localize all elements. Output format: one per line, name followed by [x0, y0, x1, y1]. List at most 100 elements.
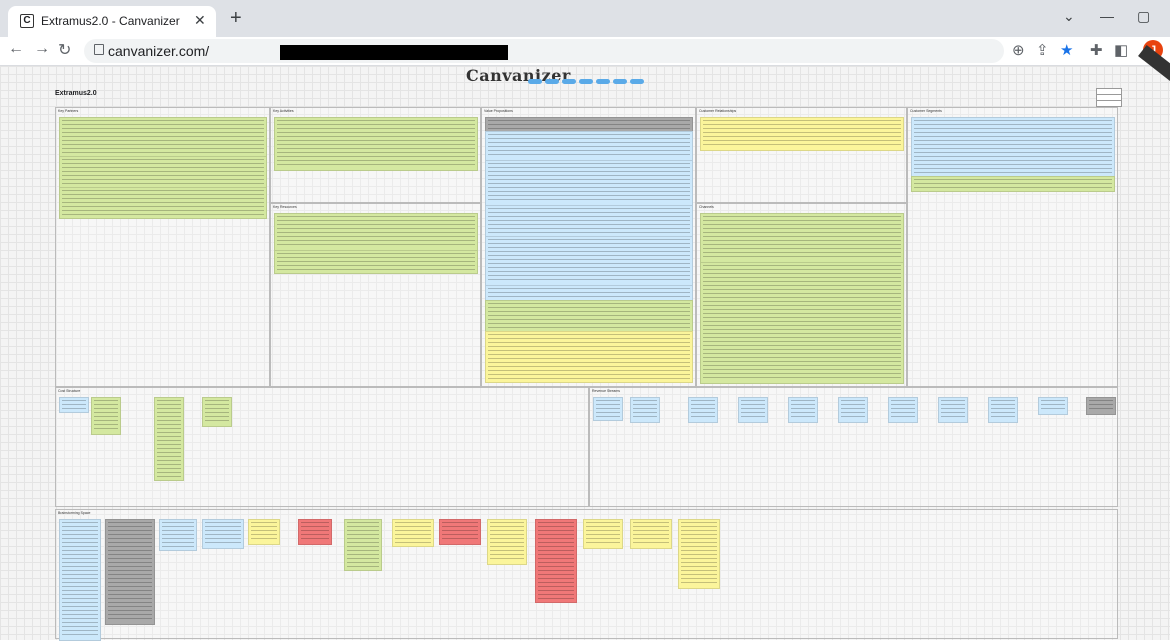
sticky-note[interactable] — [700, 262, 904, 384]
sticky-note[interactable] — [487, 519, 527, 565]
sticky-note[interactable] — [485, 331, 693, 383]
block-label: Key Partners — [58, 109, 79, 113]
sticky-note[interactable] — [298, 519, 332, 545]
project-title: Extramus2.0 — [55, 90, 97, 97]
sticky-note[interactable] — [274, 213, 478, 251]
sticky-note[interactable] — [630, 519, 672, 549]
sticky-note[interactable] — [583, 519, 623, 549]
block-key-partners: Key Partners — [55, 107, 270, 387]
sticky-note[interactable] — [202, 397, 232, 427]
sticky-note[interactable] — [159, 519, 197, 551]
block-label: Value Propositions — [484, 109, 513, 113]
new-tab-icon[interactable]: + — [230, 7, 242, 30]
browser-tab[interactable]: C Extramus2.0 - Canvanizer ✕ — [8, 6, 216, 37]
block-customer-segments: Customer Segments — [907, 107, 1118, 387]
sticky-note[interactable] — [1086, 397, 1116, 415]
browser-toolbar: ← → ↻ canvanizer.com/ ⊕ ⇪ ★ ✚ ◧ — [0, 37, 1170, 66]
menu-pill[interactable] — [596, 79, 610, 84]
block-key-activities: Key Activities — [270, 107, 481, 203]
lock-icon — [94, 44, 104, 55]
sticky-note[interactable] — [938, 397, 968, 423]
sticky-note[interactable] — [59, 117, 267, 157]
block-label: Cost Structure — [58, 389, 81, 393]
block-label: Customer Segments — [910, 109, 942, 113]
sticky-note[interactable] — [535, 519, 577, 603]
tab-bar: C Extramus2.0 - Canvanizer ✕ + ⌄ — ▢ — [0, 0, 1170, 37]
block-label: Key Resources — [273, 205, 297, 209]
sticky-note[interactable] — [439, 519, 481, 545]
menu-pill[interactable] — [562, 79, 576, 84]
sticky-note[interactable] — [911, 176, 1115, 192]
sticky-note[interactable] — [485, 236, 693, 286]
block-revenue-streams: Revenue Streams — [589, 387, 1118, 507]
tab-search-icon[interactable]: ⌄ — [1063, 8, 1075, 25]
sticky-note[interactable] — [274, 117, 478, 171]
block-label: Channels — [699, 205, 714, 209]
url-text: canvanizer.com/ — [108, 43, 210, 59]
block-label: Brainstorming Space — [58, 511, 91, 515]
sticky-note[interactable] — [485, 300, 693, 332]
sticky-note[interactable] — [202, 519, 244, 549]
sticky-note[interactable] — [1038, 397, 1068, 415]
sticky-note[interactable] — [154, 397, 184, 481]
sticky-note[interactable] — [59, 519, 101, 641]
close-tab-icon[interactable]: ✕ — [194, 12, 206, 29]
back-icon[interactable]: ← — [8, 40, 24, 58]
block-cost-structure: Cost Structure — [55, 387, 589, 507]
sticky-note[interactable] — [485, 205, 693, 237]
sticky-note[interactable] — [700, 213, 904, 263]
sticky-note[interactable] — [688, 397, 718, 423]
share-icon[interactable]: ⇪ — [1036, 41, 1049, 59]
menu-pill[interactable] — [579, 79, 593, 84]
sticky-note[interactable] — [344, 519, 382, 571]
sticky-note[interactable] — [59, 187, 267, 219]
sticky-note[interactable] — [630, 397, 660, 423]
block-label: Key Activities — [273, 109, 294, 113]
block-label: Revenue Streams — [592, 389, 621, 393]
sticky-note[interactable] — [248, 519, 280, 545]
sticky-note[interactable] — [593, 397, 623, 421]
zoom-icon[interactable]: ⊕ — [1012, 41, 1025, 59]
sticky-note[interactable] — [678, 519, 720, 589]
sticky-note[interactable] — [91, 397, 121, 435]
tab-title: Extramus2.0 - Canvanizer — [41, 14, 180, 28]
sticky-note[interactable] — [838, 397, 868, 423]
side-panel-icon[interactable]: ◧ — [1114, 41, 1128, 59]
block-key-resources: Key Resources — [270, 203, 481, 387]
sticky-note[interactable] — [485, 117, 693, 132]
canvanizer-favicon-icon: C — [20, 14, 34, 28]
bookmark-star-icon[interactable]: ★ — [1060, 41, 1073, 59]
sticky-note[interactable] — [485, 160, 693, 206]
minimize-icon[interactable]: — — [1100, 8, 1114, 24]
sticky-note[interactable] — [485, 131, 693, 161]
sticky-note[interactable] — [911, 117, 1115, 177]
sticky-note[interactable] — [988, 397, 1018, 423]
block-channels: Channels — [696, 203, 907, 387]
sticky-note[interactable] — [700, 117, 904, 151]
block-value-propositions: Value Propositions — [481, 107, 696, 387]
address-bar[interactable]: canvanizer.com/ — [84, 39, 1004, 63]
block-brainstorming-space: Brainstorming Space — [55, 509, 1118, 641]
menu-pill[interactable] — [528, 79, 542, 84]
sticky-note[interactable] — [59, 397, 89, 413]
extensions-icon[interactable]: ✚ — [1090, 41, 1103, 59]
sticky-note[interactable] — [738, 397, 768, 423]
menu-pill[interactable] — [630, 79, 644, 84]
sticky-note[interactable] — [788, 397, 818, 423]
menu-pill[interactable] — [545, 79, 559, 84]
block-customer-relationships: Customer Relationships — [696, 107, 907, 203]
block-label: Customer Relationships — [699, 109, 737, 113]
sticky-note[interactable] — [485, 285, 693, 301]
sticky-note[interactable] — [274, 250, 478, 274]
sticky-note[interactable] — [59, 156, 267, 188]
side-button[interactable] — [1096, 100, 1122, 107]
forward-icon[interactable]: → — [34, 40, 50, 58]
canvas-board: Canvanizer Extramus2.0 Key Partners Key … — [0, 45, 1170, 641]
restore-icon[interactable]: ▢ — [1137, 8, 1150, 25]
sticky-note[interactable] — [392, 519, 434, 547]
menu-pill[interactable] — [613, 79, 627, 84]
sticky-note[interactable] — [105, 519, 155, 625]
redacted-url-path — [280, 45, 508, 60]
reload-icon[interactable]: ↻ — [58, 40, 71, 60]
sticky-note[interactable] — [888, 397, 918, 423]
